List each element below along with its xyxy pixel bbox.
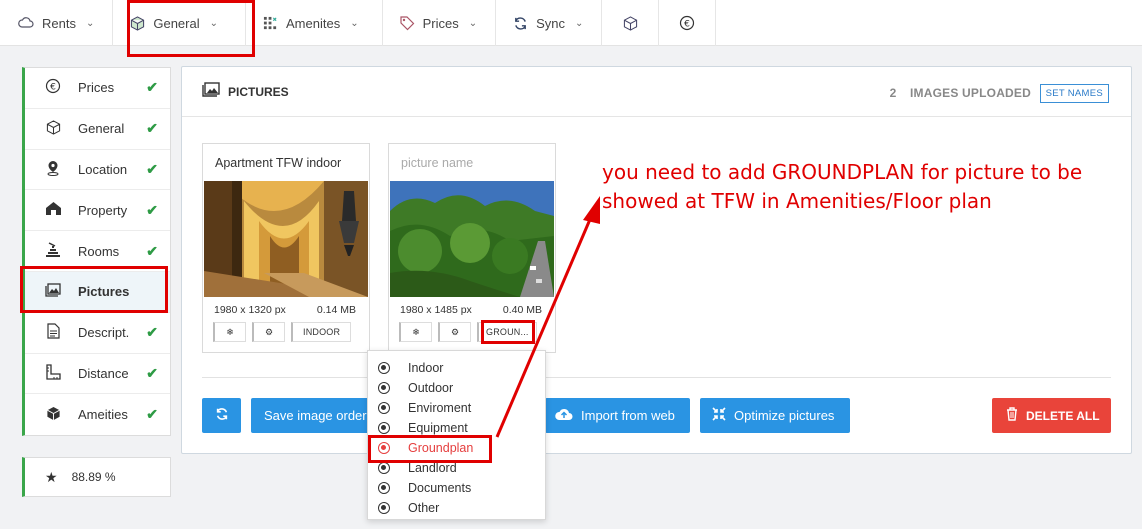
annotation-note: you need to add GROUNDPLAN for picture t… <box>602 158 1102 216</box>
annotation-line-2: showed at TFW in Amenities/Floor plan <box>602 189 992 213</box>
language-flags <box>30 523 70 529</box>
annotation-line-1: you need to add GROUNDPLAN for picture t… <box>602 160 1083 184</box>
annotation-arrow <box>495 196 600 438</box>
